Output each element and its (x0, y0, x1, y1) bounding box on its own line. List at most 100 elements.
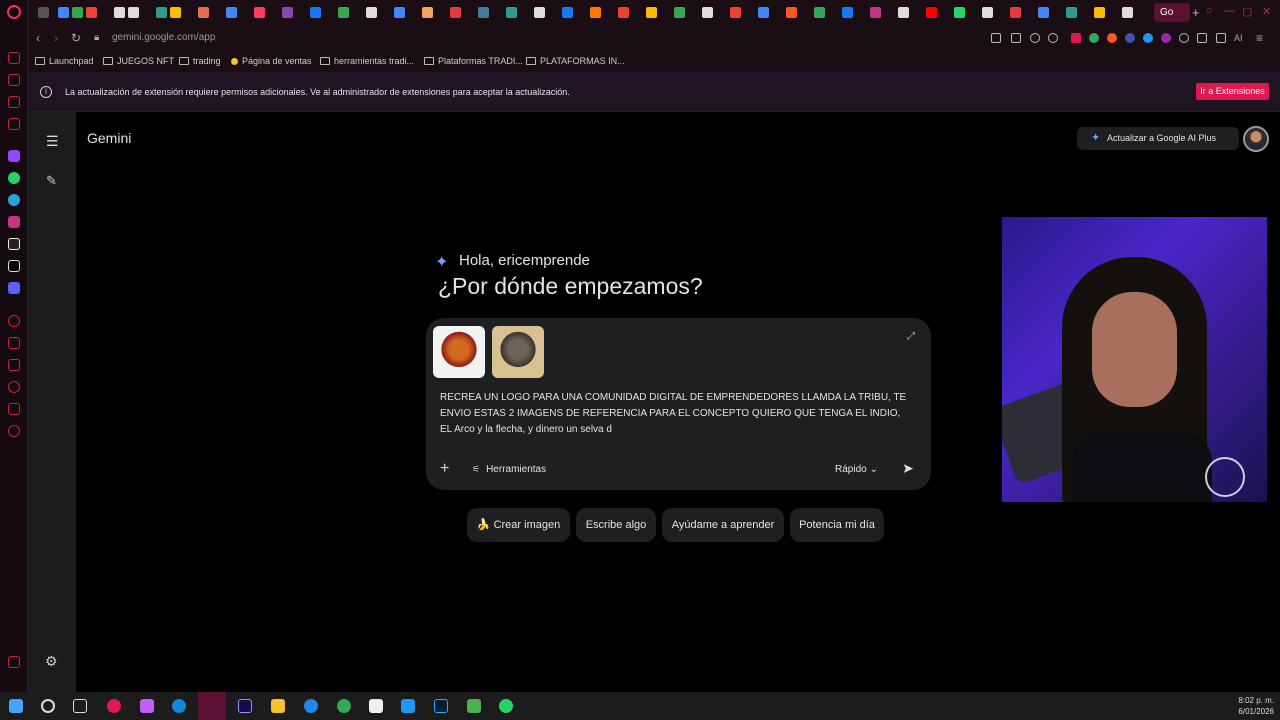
bookmark-item[interactable]: Launchpad (35, 56, 94, 66)
whatsapp-icon[interactable] (499, 699, 513, 713)
tab-favicon[interactable] (954, 7, 965, 18)
wallet-icon[interactable] (1197, 33, 1207, 43)
tab-favicon[interactable] (366, 7, 377, 18)
search-tabs-icon[interactable]: ○ (1206, 5, 1213, 17)
attachment-thumbnail[interactable] (492, 326, 544, 378)
extension-icon[interactable] (1125, 33, 1135, 43)
opera-gx-icon[interactable] (107, 699, 121, 713)
extension-icon[interactable] (1143, 33, 1153, 43)
telegram-icon[interactable] (8, 194, 20, 206)
tools-button[interactable]: ⚟ Herramientas (472, 464, 546, 475)
tab-favicon[interactable] (814, 7, 825, 18)
send-button[interactable]: ➤ (902, 460, 914, 477)
tab-favicon[interactable] (114, 7, 125, 18)
snapshot-icon[interactable] (1011, 33, 1021, 43)
tab-favicon[interactable] (58, 7, 69, 18)
go-to-extensions-button[interactable]: Ir a Extensiones (1196, 83, 1269, 100)
apps-icon[interactable] (8, 337, 20, 349)
tiktok-icon[interactable] (8, 238, 20, 250)
tab-favicon[interactable] (702, 7, 713, 18)
tab-favicon[interactable] (982, 7, 993, 18)
gx-icon[interactable] (8, 656, 20, 668)
edge-icon[interactable] (172, 699, 186, 713)
chip-learn[interactable]: Ayúdame a aprender (662, 508, 784, 542)
new-tab-icon[interactable]: + (1192, 5, 1200, 20)
bookmark-item[interactable]: herramientas tradi... (320, 56, 414, 66)
tab-favicon[interactable] (156, 7, 167, 18)
prompt-input[interactable]: RECREA UN LOGO PARA UNA COMUNIDAD DIGITA… (440, 390, 910, 438)
history-icon[interactable] (8, 381, 20, 393)
minimize-icon[interactable]: — (1224, 5, 1235, 17)
attachment-thumbnail[interactable] (433, 326, 485, 378)
chrome-icon[interactable] (337, 699, 351, 713)
tab-favicon[interactable] (562, 7, 573, 18)
file-explorer-icon[interactable] (271, 699, 285, 713)
photoshop-icon[interactable] (434, 699, 448, 713)
app-title[interactable]: Gemini (87, 130, 131, 146)
tab-favicon[interactable] (38, 7, 49, 18)
tab-favicon[interactable] (310, 7, 321, 18)
settings-icon[interactable] (8, 425, 20, 437)
capcut-icon[interactable] (369, 699, 383, 713)
tab-favicon[interactable] (338, 7, 349, 18)
twitch-icon[interactable] (8, 150, 20, 162)
close-icon[interactable]: ✕ (1262, 5, 1271, 18)
player-icon[interactable] (8, 315, 20, 327)
extension-icon[interactable] (1071, 33, 1081, 43)
chip-write[interactable]: Escribe algo (576, 508, 656, 542)
tab-favicon[interactable] (170, 7, 181, 18)
app-icon[interactable] (467, 699, 481, 713)
active-tab[interactable]: Go (1154, 3, 1190, 22)
tab-favicon[interactable] (898, 7, 909, 18)
gmail-icon[interactable] (8, 118, 20, 130)
x-icon[interactable] (8, 260, 20, 272)
mail-icon[interactable] (401, 699, 415, 713)
heart-icon[interactable] (1048, 33, 1058, 43)
tab-favicon[interactable] (86, 7, 97, 18)
bookmark-page-icon[interactable] (991, 33, 1001, 43)
bookmark-item[interactable]: JUEGOS NFT (103, 56, 174, 66)
app-icon[interactable] (304, 699, 318, 713)
crypto-wallet-icon[interactable] (8, 74, 20, 86)
tab-favicon[interactable] (646, 7, 657, 18)
whatsapp-icon[interactable] (8, 172, 20, 184)
maximize-icon[interactable]: ▢ (1242, 5, 1252, 18)
tab-favicon[interactable] (394, 7, 405, 18)
tab-favicon[interactable] (226, 7, 237, 18)
tab-favicon[interactable] (618, 7, 629, 18)
copilot-icon[interactable] (140, 699, 154, 713)
windows-start-icon[interactable] (9, 699, 23, 713)
tab-favicon[interactable] (758, 7, 769, 18)
avatar[interactable] (1243, 126, 1269, 152)
task-view-icon[interactable] (73, 699, 87, 713)
new-chat-icon[interactable]: ✎ (46, 173, 57, 189)
settings-gear-icon[interactable]: ⚙ (45, 653, 58, 670)
tab-favicon[interactable] (450, 7, 461, 18)
tab-favicon[interactable] (1066, 7, 1077, 18)
bookmark-item[interactable]: Página de ventas (231, 56, 312, 66)
premiere-icon[interactable] (238, 699, 252, 713)
tab-favicon[interactable] (786, 7, 797, 18)
extension-icon[interactable] (1161, 33, 1171, 43)
add-file-button[interactable]: + (440, 460, 449, 478)
tab-favicon[interactable] (1038, 7, 1049, 18)
forward-icon[interactable]: › (54, 31, 58, 45)
tab-favicon[interactable] (422, 7, 433, 18)
bookmark-item[interactable]: trading (179, 56, 221, 66)
tab-favicon[interactable] (282, 7, 293, 18)
tab-favicon[interactable] (1010, 7, 1021, 18)
bookmark-item[interactable]: PLATAFORMAS IN... (526, 56, 625, 66)
menu-icon[interactable]: ☰ (46, 133, 59, 150)
extension-icon[interactable] (1107, 33, 1117, 43)
aria-icon[interactable] (8, 52, 20, 64)
reload-icon[interactable]: ↻ (71, 31, 81, 45)
tab-favicon[interactable] (506, 7, 517, 18)
extension-icon[interactable] (1089, 33, 1099, 43)
tab-favicon[interactable] (1122, 7, 1133, 18)
chip-create-image[interactable]: 🍌 Crear imagen (467, 508, 570, 542)
extensions-puzzle-icon[interactable] (1179, 33, 1189, 43)
chip-boost-day[interactable]: Potencia mi día (790, 508, 884, 542)
tab-favicon[interactable] (1094, 7, 1105, 18)
bookmark-item[interactable]: Plataformas TRADI... (424, 56, 523, 66)
expand-icon[interactable]: ⤢ (907, 331, 915, 342)
